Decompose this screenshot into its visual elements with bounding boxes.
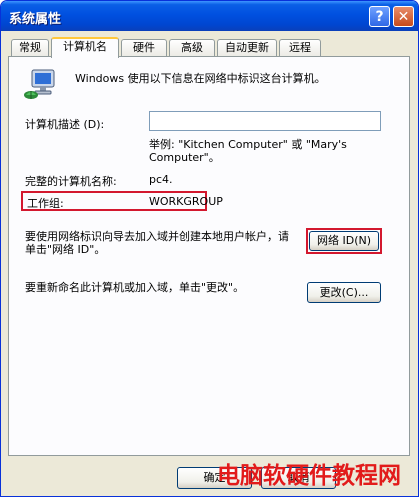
tab-general[interactable]: 常规	[11, 39, 49, 56]
network-id-button[interactable]: 网络 ID(N)	[309, 231, 379, 251]
help-button[interactable]: ?	[369, 6, 390, 27]
close-button[interactable]: ✕	[393, 6, 414, 27]
computer-description-input[interactable]	[149, 111, 381, 131]
tab-automatic-updates[interactable]: 自动更新	[217, 39, 277, 56]
change-button[interactable]: 更改(C)...	[307, 282, 381, 303]
workgroup-value: WORKGROUP	[149, 195, 223, 208]
intro-text: Windows 使用以下信息在网络中标识这台计算机。	[75, 72, 326, 85]
tab-hardware[interactable]: 硬件	[121, 39, 167, 56]
description-example: 举例: "Kitchen Computer" 或 "Mary's Compute…	[149, 138, 347, 164]
system-properties-window: 系统属性 ? ✕ 常规 计算机名 硬件 高级 自动更新 远程 Windows 使…	[0, 0, 419, 497]
description-label: 计算机描述 (D):	[25, 118, 105, 131]
tab-advanced[interactable]: 高级	[169, 39, 215, 56]
rename-text: 要重新命名此计算机或加入域，单击"更改"。	[25, 281, 245, 294]
network-id-text: 要使用网络标识向导去加入域并创建本地用户帐户，请单击"网络 ID"。	[25, 230, 289, 256]
workgroup-label: 工作组:	[27, 197, 64, 210]
tab-computer-name[interactable]: 计算机名	[51, 37, 119, 58]
tab-remote[interactable]: 远程	[279, 39, 321, 56]
computer-network-icon	[24, 69, 55, 99]
title-bar[interactable]: 系统属性 ? ✕	[1, 1, 418, 31]
full-name-label: 完整的计算机名称:	[25, 175, 117, 188]
watermark-text: 电脑软硬件教程网	[217, 463, 401, 489]
window-title: 系统属性	[9, 12, 62, 27]
full-name-value: pc4.	[149, 173, 173, 186]
